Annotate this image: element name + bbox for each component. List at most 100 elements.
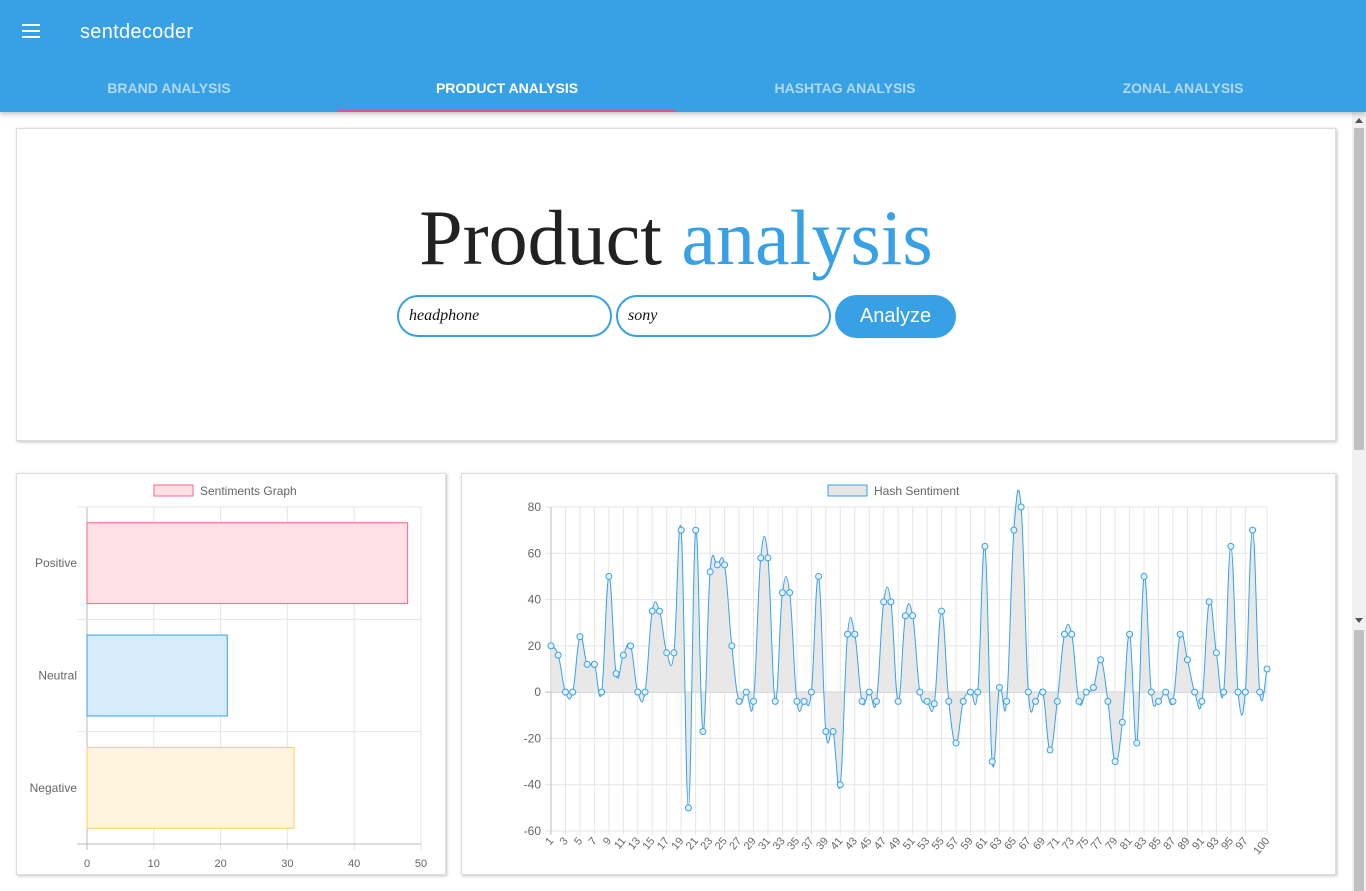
data-point: [627, 642, 635, 650]
data-point: [1068, 630, 1076, 638]
data-point: [1256, 688, 1264, 696]
app-bar: sentdecoder BRAND ANALYSIS PRODUCT ANALY…: [0, 0, 1366, 112]
hamburger-menu-icon[interactable]: [22, 24, 44, 40]
data-point: [692, 526, 700, 534]
data-point: [1133, 739, 1141, 747]
page-scrollbar[interactable]: [1352, 112, 1366, 891]
data-point: [583, 660, 591, 668]
x-tick-label: 1: [543, 835, 556, 847]
hash-sentiment-line-chart: Hash Sentiment-60-40-200204060801 3 5 7 9111…: [524, 484, 1273, 857]
tab-product-analysis[interactable]: PRODUCT ANALYSIS: [338, 64, 676, 112]
data-point: [1220, 688, 1228, 696]
data-point: [771, 697, 779, 705]
data-point: [1003, 697, 1011, 705]
data-point: [901, 612, 909, 620]
data-point: [938, 607, 946, 615]
data-point: [1234, 688, 1242, 696]
data-point: [1162, 688, 1170, 696]
x-tick-label: 20: [214, 858, 226, 870]
x-tick-label: 30: [281, 858, 293, 870]
data-point: [699, 727, 707, 735]
y-tick-label: 80: [528, 500, 542, 514]
x-tick-label: 7: [587, 835, 600, 847]
y-tick-label: 60: [528, 546, 542, 560]
page-title-plain: Product: [419, 194, 662, 281]
data-point: [677, 526, 685, 534]
scrollbar-thumb-lower[interactable]: [1354, 630, 1364, 891]
scroll-up-arrow-icon[interactable]: [1355, 118, 1363, 123]
data-point: [807, 688, 815, 696]
data-point: [1104, 697, 1112, 705]
x-tick-label: 97: [1234, 835, 1251, 852]
scroll-down-arrow-icon[interactable]: [1355, 618, 1363, 623]
brand-input[interactable]: [616, 295, 831, 337]
data-point: [872, 697, 880, 705]
data-point: [815, 572, 823, 580]
data-point: [865, 688, 873, 696]
data-point: [1183, 656, 1191, 664]
data-point: [844, 630, 852, 638]
data-point: [561, 688, 569, 696]
data-point: [1075, 697, 1083, 705]
tab-brand-analysis[interactable]: BRAND ANALYSIS: [0, 64, 338, 112]
data-point: [605, 572, 613, 580]
data-point: [1089, 684, 1097, 692]
data-point: [894, 697, 902, 705]
app-title: sentdecoder: [80, 21, 194, 43]
x-tick-label: 3: [558, 835, 571, 847]
data-point: [1118, 718, 1126, 726]
data-point: [576, 633, 584, 641]
data-point: [793, 697, 801, 705]
data-point: [995, 684, 1003, 692]
data-point: [547, 642, 555, 650]
data-point: [887, 598, 895, 606]
data-point: [930, 700, 938, 708]
sentiments-chart-card: Sentiments Graph 0 10 20 30 40 50 Positive Neutr…: [16, 473, 446, 875]
product-input[interactable]: [397, 295, 612, 337]
analyze-button[interactable]: Analyze: [835, 295, 956, 338]
data-point: [858, 697, 866, 705]
data-point: [1082, 688, 1090, 696]
y-tick-label: -20: [524, 731, 542, 745]
legend-label: Sentiments Graph: [200, 484, 297, 498]
scrollbar-thumb[interactable]: [1354, 128, 1364, 450]
data-point: [1024, 688, 1032, 696]
data-point: [829, 727, 837, 735]
tab-zonal-analysis[interactable]: ZONAL ANALYSIS: [1014, 64, 1352, 112]
data-point: [952, 739, 960, 747]
y-tick-label: Neutral: [38, 669, 77, 683]
data-point: [735, 697, 743, 705]
data-point: [619, 651, 627, 659]
data-point: [966, 688, 974, 696]
y-tick-label: -60: [524, 824, 542, 838]
data-point: [1263, 665, 1271, 673]
legend-swatch: [827, 484, 868, 497]
y-tick-label: Negative: [30, 781, 78, 795]
data-point: [648, 607, 656, 615]
data-point: [641, 688, 649, 696]
y-tick-label: 40: [528, 593, 542, 607]
data-point: [1010, 526, 1018, 534]
search-card: Product analysis Analyze: [16, 128, 1336, 441]
data-point: [1249, 526, 1257, 534]
data-point: [1060, 630, 1068, 638]
x-tick-label: 0: [84, 858, 90, 870]
hash-sentiment-chart-card: Hash Sentiment -60 -40 -20 0 20 40 60 80 1 3 5 7 9 11 1…: [461, 473, 1336, 875]
data-point: [612, 670, 620, 678]
bar-negative: [86, 746, 295, 829]
data-point: [1097, 656, 1105, 664]
x-tick-label: 5: [572, 835, 585, 847]
data-point: [1147, 688, 1155, 696]
data-point: [909, 612, 917, 620]
tab-hashtag-analysis[interactable]: HASHTAG ANALYSIS: [676, 64, 1014, 112]
x-tick-label: 100: [1251, 835, 1272, 857]
data-point: [742, 688, 750, 696]
x-tick-label: 40: [348, 858, 360, 870]
page-title-accent: analysis: [681, 194, 933, 281]
x-tick-label: 9: [601, 835, 614, 847]
data-point: [569, 688, 577, 696]
data-point: [1046, 746, 1054, 754]
data-point: [634, 688, 642, 696]
data-point: [1039, 688, 1047, 696]
data-point: [764, 554, 772, 562]
